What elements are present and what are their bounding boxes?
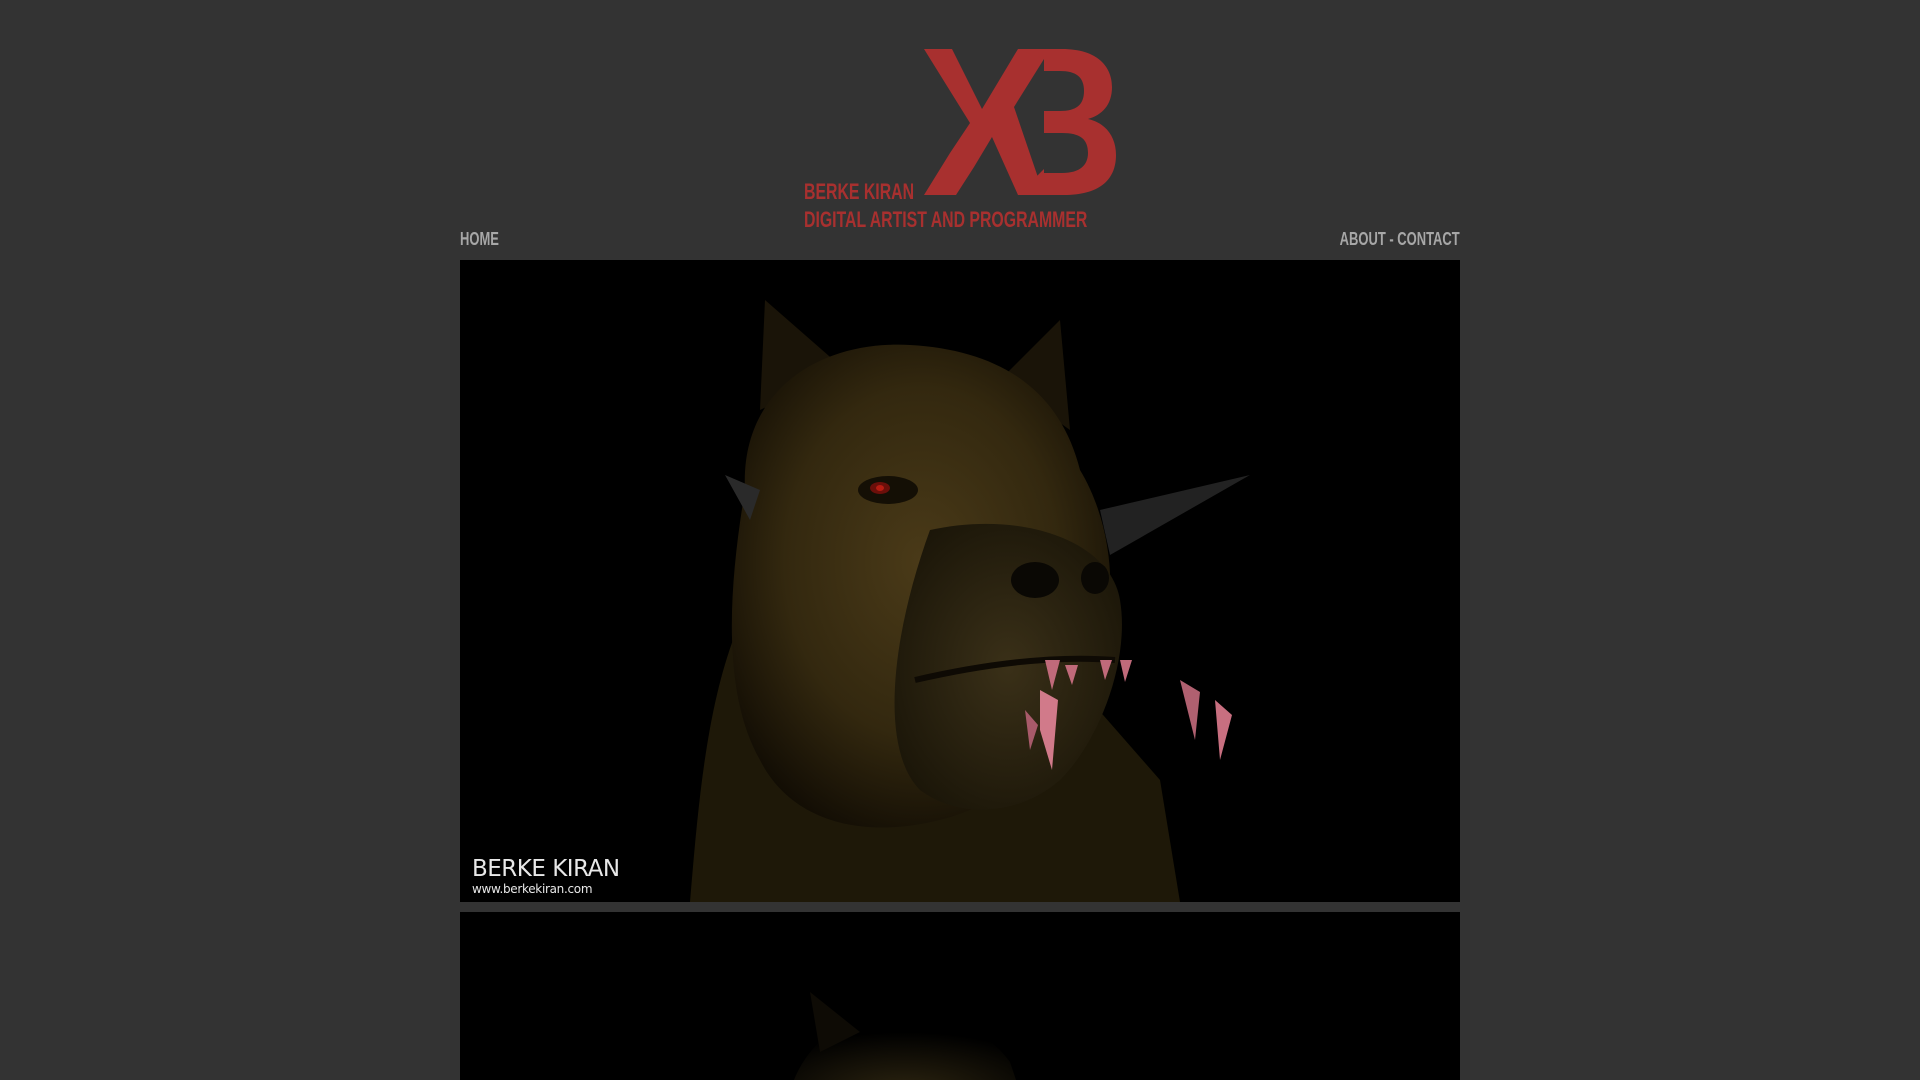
nav-right: ABOUT - CONTACT	[1340, 228, 1460, 250]
nav-about-link[interactable]: ABOUT	[1340, 229, 1386, 249]
brand-tagline: DIGITAL ARTIST AND PROGRAMMER	[804, 207, 1088, 232]
page: BERKE KIRAN DIGITAL ARTIST AND PROGRAMME…	[0, 0, 1920, 1080]
kb-logo-icon[interactable]	[922, 49, 1116, 195]
artwork-image-2[interactable]	[460, 912, 1460, 1080]
creature-render-image	[460, 260, 1460, 902]
nav-contact-link[interactable]: CONTACT	[1398, 229, 1460, 249]
watermark-name: BERKE KIRAN	[472, 856, 620, 882]
nav-home-link[interactable]: HOME	[460, 228, 499, 250]
artwork-watermark: BERKE KIRAN www.berkekiran.com	[472, 856, 620, 896]
artwork-image-1[interactable]: BERKE KIRAN www.berkekiran.com	[460, 260, 1460, 902]
brand-name: BERKE KIRAN	[804, 179, 915, 204]
nav-separator: -	[1386, 229, 1398, 249]
creature-render-image-2	[460, 912, 1460, 1080]
watermark-url: www.berkekiran.com	[472, 882, 593, 896]
